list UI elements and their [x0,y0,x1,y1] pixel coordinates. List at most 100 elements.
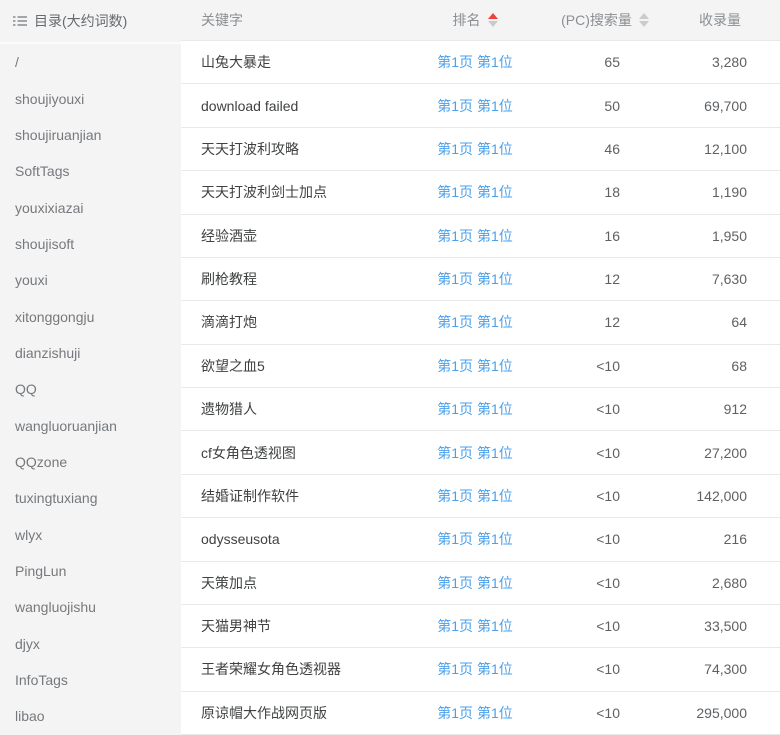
rank-cell: 第1页 第1位 [400,312,550,332]
inclusion-volume-cell: 69,700 [660,98,780,114]
column-header-pc-search-volume[interactable]: (PC)搜索量 [550,10,660,30]
inclusion-volume-cell: 68 [660,358,780,374]
table-body: 山兔大暴走第1页 第1位653,280download failed第1页 第1… [181,41,780,735]
sidebar-item-dianzishuji[interactable]: dianzishuji [0,335,181,371]
column-header-keyword-label: 关键字 [201,10,243,30]
app-root: 目录(大约词数) /shoujiyouxishoujiruanjianSoftT… [0,0,780,735]
keyword-cell: 天天打波利攻略 [181,139,400,159]
rank-cell: 第1页 第1位 [400,96,550,116]
keyword-cell: odysseusota [181,531,400,547]
sidebar-item-root[interactable]: / [0,44,181,80]
keyword-cell: download failed [181,98,400,114]
table-row: 天天打波利剑士加点第1页 第1位181,190 [181,171,780,214]
sidebar-item-wangluoruanjian[interactable]: wangluoruanjian [0,407,181,443]
table-row: 经验酒壶第1页 第1位161,950 [181,215,780,258]
pc-search-volume-cell: <10 [550,705,660,721]
rank-link[interactable]: 第1页 第1位 [437,575,512,591]
table-row: 天策加点第1页 第1位<102,680 [181,562,780,605]
sidebar-item-infotags[interactable]: InfoTags [0,662,181,698]
sort-desc-icon[interactable] [488,21,498,27]
pc-search-volume-cell: <10 [550,358,660,374]
sidebar-item-softtags[interactable]: SoftTags [0,153,181,189]
inclusion-volume-cell: 295,000 [660,705,780,721]
inclusion-volume-cell: 12,100 [660,141,780,157]
table-row: 刷枪教程第1页 第1位127,630 [181,258,780,301]
rank-cell: 第1页 第1位 [400,529,550,549]
sidebar-item-qqzone[interactable]: QQzone [0,444,181,480]
rank-cell: 第1页 第1位 [400,573,550,593]
rank-link[interactable]: 第1页 第1位 [437,358,512,374]
table-row: 结婚证制作软件第1页 第1位<10142,000 [181,475,780,518]
table-row: 天猫男神节第1页 第1位<1033,500 [181,605,780,648]
table-row: cf女角色透视图第1页 第1位<1027,200 [181,431,780,474]
rank-cell: 第1页 第1位 [400,616,550,636]
rank-link[interactable]: 第1页 第1位 [437,401,512,417]
column-header-rank[interactable]: 排名 [400,10,550,30]
inclusion-volume-cell: 7,630 [660,271,780,287]
sidebar-item-youxixiazai[interactable]: youxixiazai [0,189,181,225]
keyword-cell: 经验酒壶 [181,226,400,246]
pc-search-volume-cell: 12 [550,271,660,287]
keyword-cell: 原谅帽大作战网页版 [181,703,400,723]
sort-arrows-icon[interactable] [488,13,498,27]
sidebar-item-wangluojishu[interactable]: wangluojishu [0,589,181,625]
rank-link[interactable]: 第1页 第1位 [437,488,512,504]
table-row: 天天打波利攻略第1页 第1位4612,100 [181,128,780,171]
keyword-cell: 天策加点 [181,573,400,593]
rank-cell: 第1页 第1位 [400,486,550,506]
sidebar-item-shoujiyouxi[interactable]: shoujiyouxi [0,80,181,116]
rank-cell: 第1页 第1位 [400,399,550,419]
rank-cell: 第1页 第1位 [400,269,550,289]
rank-link[interactable]: 第1页 第1位 [437,271,512,287]
inclusion-volume-cell: 3,280 [660,54,780,70]
table-row: 原谅帽大作战网页版 第1页 第1位 <10295,000 [181,692,780,735]
list-icon [13,15,27,27]
rank-link[interactable]: 第1页 第1位 [437,445,512,461]
table-row: 山兔大暴走第1页 第1位653,280 [181,41,780,84]
column-header-pc-search-volume-label: (PC)搜索量 [561,10,632,30]
sidebar-item-tuxingtuxiang[interactable]: tuxingtuxiang [0,480,181,516]
rank-link[interactable]: 第1页 第1位 [437,141,512,157]
pc-search-volume-cell: <10 [550,488,660,504]
sort-desc-icon[interactable] [639,21,649,27]
pc-search-volume-cell: 18 [550,184,660,200]
rank-link[interactable]: 第1页 第1位 [437,618,512,634]
pc-search-volume-cell: <10 [550,531,660,547]
sidebar-item-youxi[interactable]: youxi [0,262,181,298]
table-row: download failed第1页 第1位5069,700 [181,84,780,127]
rank-link[interactable]: 第1页 第1位 [437,228,512,244]
sidebar-item-xitonggongju[interactable]: xitonggongju [0,298,181,334]
sort-asc-icon[interactable] [488,13,498,19]
inclusion-volume-cell: 216 [660,531,780,547]
pc-search-volume-cell: <10 [550,445,660,461]
sidebar-item-djyx[interactable]: djyx [0,626,181,662]
sidebar-item-libao[interactable]: libao [0,698,181,734]
sidebar-item-shoujisoft[interactable]: shoujisoft [0,226,181,262]
rank-link[interactable]: 第1页 第1位 [437,531,512,547]
keyword-cell: 山兔大暴走 [181,52,400,72]
sidebar-item-pinglun[interactable]: PingLun [0,553,181,589]
inclusion-volume-cell: 27,200 [660,445,780,461]
table-row: odysseusota 第1页 第1位 <10216 [181,518,780,561]
inclusion-volume-cell: 64 [660,314,780,330]
sidebar-item-wlyx[interactable]: wlyx [0,516,181,552]
rank-link[interactable]: 第1页 第1位 [437,54,512,70]
table-header: 关键字 排名 (PC)搜索量 收录量 [181,0,780,41]
keyword-cell: 天猫男神节 [181,616,400,636]
rank-cell: 第1页 第1位 [400,226,550,246]
column-header-inclusion-volume: 收录量 [660,10,780,30]
pc-search-volume-cell: <10 [550,575,660,591]
rank-link[interactable]: 第1页 第1位 [437,705,512,721]
keyword-table: 关键字 排名 (PC)搜索量 收录量 山兔大暴走第1页 第1位653,280 [181,0,780,735]
rank-link[interactable]: 第1页 第1位 [437,314,512,330]
sort-asc-icon[interactable] [639,13,649,19]
rank-link[interactable]: 第1页 第1位 [437,184,512,200]
rank-link[interactable]: 第1页 第1位 [437,661,512,677]
sort-arrows-icon[interactable] [639,13,649,27]
column-header-inclusion-volume-label: 收录量 [699,10,741,30]
rank-link[interactable]: 第1页 第1位 [437,98,512,114]
sidebar: 目录(大约词数) /shoujiyouxishoujiruanjianSoftT… [0,0,181,735]
table-row: 滴滴打炮第1页 第1位1264 [181,301,780,344]
sidebar-item-qq[interactable]: QQ [0,371,181,407]
sidebar-item-shoujiruanjian[interactable]: shoujiruanjian [0,117,181,153]
